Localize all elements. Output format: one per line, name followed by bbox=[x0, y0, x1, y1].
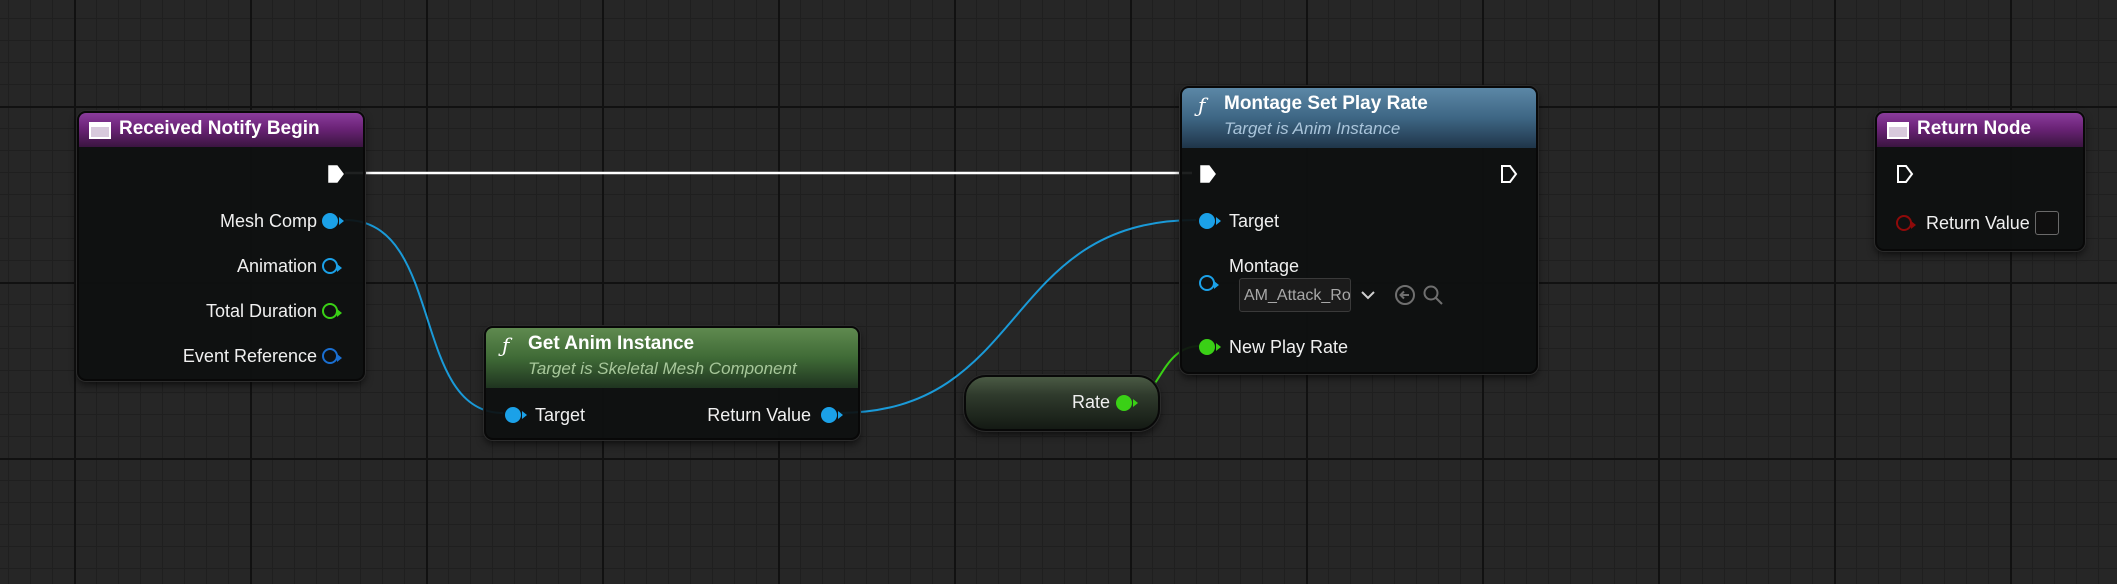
mesh-comp-to-target-wire bbox=[344, 219, 504, 414]
mesh-comp-pin-icon[interactable] bbox=[322, 213, 344, 229]
event-reference-label: Event Reference bbox=[182, 345, 317, 366]
target-pin-icon[interactable] bbox=[505, 407, 527, 423]
received-notify-begin-title: Received Notify Begin bbox=[119, 118, 320, 139]
exec-in-pin-icon[interactable] bbox=[1199, 164, 1217, 184]
event-reference-pin-row[interactable]: Event Reference bbox=[183, 344, 317, 368]
montage-set-play-rate-title: Montage Set Play Rate bbox=[1224, 93, 1428, 114]
target-pin-row[interactable]: Target bbox=[535, 403, 585, 427]
mesh-comp-pin-row[interactable]: Mesh Comp bbox=[220, 209, 317, 233]
return-value-pin-icon[interactable] bbox=[821, 407, 843, 423]
event-icon bbox=[1887, 122, 1909, 139]
total-duration-label: Total Duration bbox=[205, 300, 317, 321]
browse-asset-search-icon[interactable] bbox=[1422, 284, 1444, 306]
target-label: Target bbox=[1229, 210, 1280, 231]
montage-pin-icon[interactable] bbox=[1199, 275, 1219, 291]
montage-set-play-rate-node[interactable]: ƒ Montage Set Play Rate Target is Anim I… bbox=[1180, 86, 1538, 374]
return-value-pin-icon[interactable] bbox=[1896, 215, 1916, 231]
event-reference-pin-icon[interactable] bbox=[322, 348, 342, 364]
animation-label: Animation bbox=[236, 255, 317, 276]
montage-label: Montage bbox=[1229, 255, 1300, 276]
return-value-pin-row[interactable]: Return Value bbox=[707, 403, 811, 427]
montage-set-play-rate-header[interactable]: ƒ Montage Set Play Rate Target is Anim I… bbox=[1182, 88, 1536, 148]
montage-asset-dropdown[interactable]: AM_Attack_Root bbox=[1239, 278, 1351, 312]
new-play-rate-pin-row[interactable]: New Play Rate bbox=[1229, 335, 1348, 359]
get-anim-instance-title: Get Anim Instance bbox=[528, 333, 695, 354]
montage-asset-value: AM_Attack_Root bbox=[1244, 287, 1351, 304]
mesh-comp-label: Mesh Comp bbox=[219, 210, 317, 231]
new-play-rate-pin-icon[interactable] bbox=[1199, 339, 1221, 355]
target-label: Target bbox=[535, 404, 586, 425]
get-anim-instance-node[interactable]: ƒ Get Anim Instance Target is Skeletal M… bbox=[484, 326, 860, 440]
event-icon bbox=[89, 122, 111, 139]
rate-variable-node[interactable]: Rate bbox=[964, 375, 1160, 431]
received-notify-begin-node[interactable]: Received Notify Begin Mesh Comp Animatio… bbox=[77, 111, 365, 381]
chevron-down-icon[interactable] bbox=[1360, 288, 1376, 302]
animation-pin-row[interactable]: Animation bbox=[237, 254, 317, 278]
new-play-rate-label: New Play Rate bbox=[1229, 336, 1349, 357]
montage-set-play-rate-subtitle: Target is Anim Instance bbox=[1224, 119, 1401, 138]
get-anim-instance-subtitle: Target is Skeletal Mesh Component bbox=[528, 359, 797, 378]
return-node-header[interactable]: Return Node bbox=[1877, 113, 2083, 147]
montage-pin-row[interactable]: Montage bbox=[1229, 254, 1299, 278]
total-duration-pin-row[interactable]: Total Duration bbox=[206, 299, 317, 323]
use-selected-asset-icon[interactable] bbox=[1394, 284, 1416, 306]
target-pin-icon[interactable] bbox=[1199, 213, 1221, 229]
received-notify-begin-header[interactable]: Received Notify Begin bbox=[79, 113, 363, 147]
total-duration-pin-icon[interactable] bbox=[322, 303, 342, 319]
rate-label: Rate bbox=[1071, 391, 1110, 412]
return-value-label: Return Value bbox=[1926, 212, 2030, 233]
exec-in-pin-icon[interactable] bbox=[1896, 164, 1914, 184]
return-value-checkbox[interactable] bbox=[2035, 211, 2059, 235]
exec-out-pin-icon[interactable] bbox=[327, 164, 345, 184]
function-icon: ƒ bbox=[502, 333, 510, 357]
return-value-label: Return Value bbox=[707, 404, 811, 425]
function-icon: ƒ bbox=[1198, 93, 1206, 117]
target-pin-row[interactable]: Target bbox=[1229, 209, 1279, 233]
animation-pin-icon[interactable] bbox=[322, 258, 342, 274]
get-anim-instance-header[interactable]: ƒ Get Anim Instance Target is Skeletal M… bbox=[486, 328, 858, 388]
return-node-title: Return Node bbox=[1917, 118, 2031, 139]
return-node[interactable]: Return Node Return Value bbox=[1875, 111, 2085, 251]
return-value-pin-row[interactable]: Return Value bbox=[1926, 211, 2030, 235]
rate-pin-icon[interactable] bbox=[1116, 395, 1138, 411]
rate-pin-row[interactable]: Rate bbox=[1072, 390, 1110, 414]
exec-out-pin-icon[interactable] bbox=[1500, 164, 1518, 184]
